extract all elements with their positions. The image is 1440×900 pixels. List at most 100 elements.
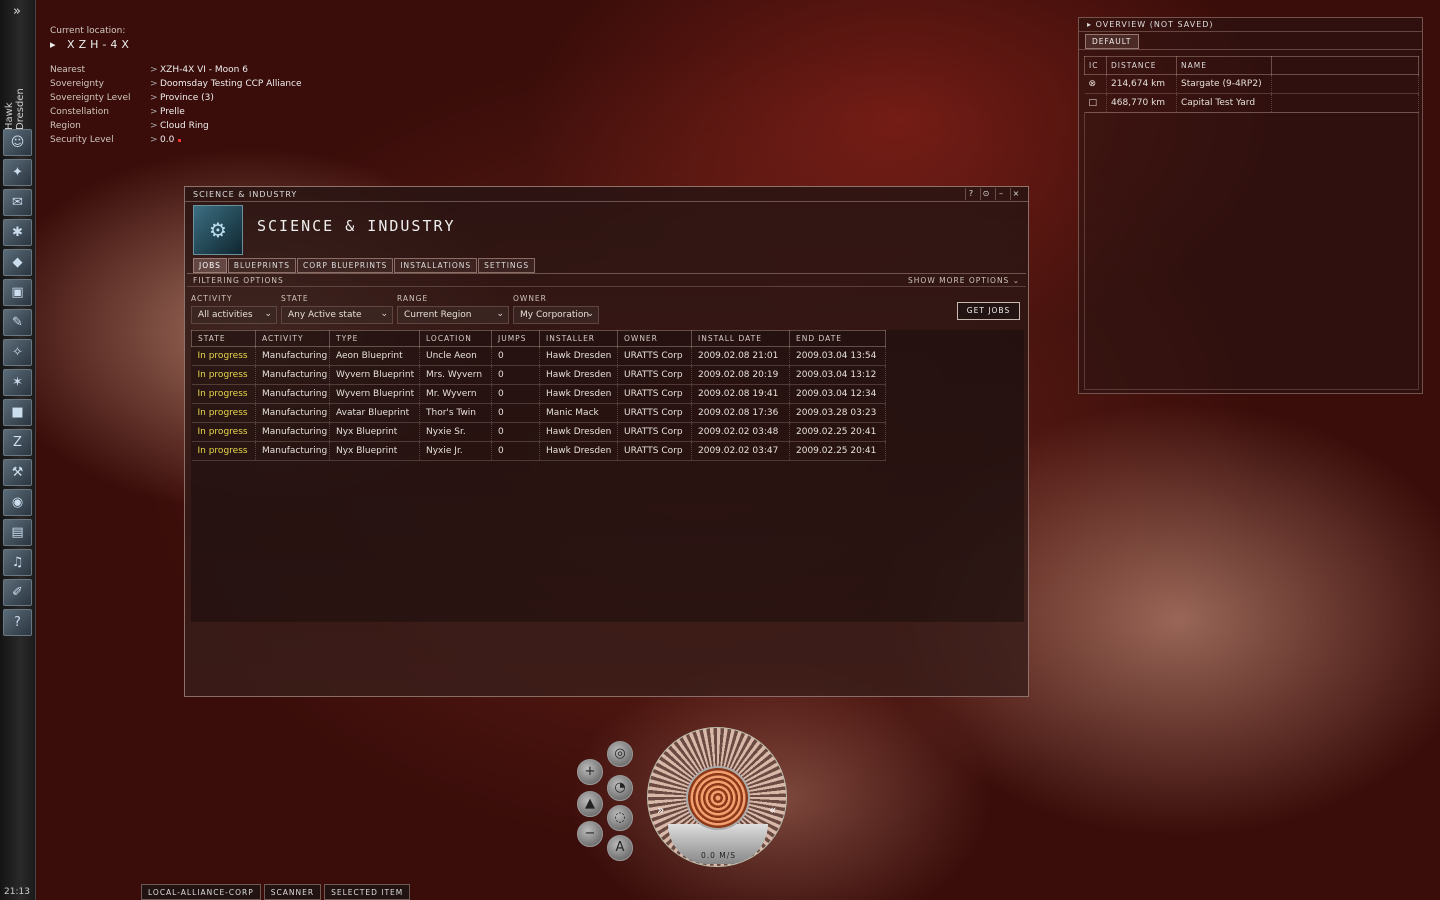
jobs-column-header[interactable]: INSTALL DATE: [691, 330, 790, 347]
si-titlebar[interactable]: SCIENCE & INDUSTRY ? ⊙ – ×: [185, 187, 1028, 202]
camera-orbit-icon[interactable]: ◎: [607, 741, 633, 767]
overview-row[interactable]: □ 468,770 km Capital Test Yard: [1084, 93, 1419, 113]
job-install-date: 2009.02.08 21:01: [691, 346, 790, 366]
speed-readout: 0.0 M/S: [701, 851, 737, 860]
overview-column-header[interactable]: NAME: [1176, 56, 1272, 75]
radar-icon[interactable]: ◔: [607, 775, 633, 801]
character-sheet-button[interactable]: ☺: [3, 129, 32, 156]
assets-button[interactable]: ◆: [3, 249, 32, 276]
people-places-button[interactable]: ✦: [3, 159, 32, 186]
jobs-column-header[interactable]: STATE: [191, 330, 256, 347]
security-status-dot: [178, 138, 182, 142]
location-value[interactable]: Prelle: [160, 107, 185, 117]
close-icon[interactable]: ×: [1010, 188, 1022, 200]
clock: 21:13: [4, 887, 30, 897]
location-key: Constellation: [50, 107, 110, 117]
autopilot-button[interactable]: A: [607, 835, 633, 861]
state-select[interactable]: Any Active state ⌄: [281, 306, 393, 324]
job-install-date: 2009.02.08 17:36: [691, 403, 790, 423]
filtering-options-bar[interactable]: FILTERING OPTIONS SHOW MORE OPTIONS ⌄: [187, 273, 1026, 287]
location-value[interactable]: XZH-4X VI - Moon 6: [160, 65, 248, 75]
ship-hangar-button[interactable]: ■: [3, 399, 32, 426]
table-row[interactable]: In progress Manufacturing Wyvern Blueprint…: [191, 365, 886, 385]
market-button[interactable]: ▣: [3, 279, 32, 306]
jobs-column-header[interactable]: END DATE: [789, 330, 886, 347]
character-name[interactable]: Hawk Dresden: [4, 60, 26, 130]
overview-column-header[interactable]: IC: [1084, 56, 1107, 75]
jobs-column-header[interactable]: JUMPS: [491, 330, 540, 347]
ship-view-icon[interactable]: ▲: [577, 791, 603, 817]
job-location: Thor's Twin: [419, 403, 492, 423]
overview-title[interactable]: ▸ OVERVIEW (NOT SAVED): [1079, 18, 1422, 32]
browser-icon: ✐: [12, 585, 23, 600]
overview-column-header[interactable]: DISTANCE: [1106, 56, 1177, 75]
job-jumps: 0: [491, 403, 540, 423]
tactical-overlay-icon[interactable]: ◌: [607, 805, 633, 831]
audio-button[interactable]: ♫: [3, 549, 32, 576]
si-header-title: SCIENCE & INDUSTRY: [257, 217, 456, 235]
table-row[interactable]: In progress Manufacturing Nyx Blueprint Nyx…: [191, 441, 886, 461]
tab-blueprints[interactable]: BLUEPRINTS: [227, 258, 296, 273]
job-activity: Manufacturing: [255, 441, 330, 461]
jobs-column-header[interactable]: TYPE: [329, 330, 420, 347]
table-row[interactable]: In progress Manufacturing Avatar Blueprint…: [191, 403, 886, 423]
zoom-out-icon[interactable]: −: [577, 821, 603, 847]
browser-button[interactable]: ✐: [3, 579, 32, 606]
bottom-tab-local-alliance-corp[interactable]: LOCAL-ALLIANCE-CORP: [141, 884, 261, 900]
owner-select[interactable]: My Corporation ⌄: [513, 306, 599, 324]
expand-right-icon[interactable]: «: [769, 803, 776, 817]
table-row[interactable]: In progress Manufacturing Nyx Blueprint Nyx…: [191, 422, 886, 442]
location-value[interactable]: Cloud Ring: [160, 121, 209, 131]
range-select[interactable]: Current Region ⌄: [397, 306, 509, 324]
fitting-button[interactable]: ⚒: [3, 459, 32, 486]
journal-icon: ✎: [12, 315, 23, 330]
show-more-options-button[interactable]: SHOW MORE OPTIONS ⌄: [908, 276, 1020, 285]
table-row[interactable]: In progress Manufacturing Aeon Blueprint Un…: [191, 346, 886, 366]
job-activity: Manufacturing: [255, 422, 330, 442]
overview-row[interactable]: ⊗ 214,674 km Stargate (9-4RP2): [1084, 74, 1419, 94]
capacitor-gauge: [647, 727, 787, 867]
overview-table: IC DISTANCE NAME ⊗ 214,674 km Stargate (9-4R…: [1084, 56, 1419, 113]
mail-button[interactable]: ✉: [3, 189, 32, 216]
tab-jobs[interactable]: JOBS: [193, 258, 227, 273]
location-value[interactable]: 0.0: [160, 135, 174, 145]
bottom-tab-scanner[interactable]: SCANNER: [263, 884, 322, 900]
job-install-date: 2009.02.02 03:48: [691, 422, 790, 442]
assets-icon: ◆: [12, 255, 23, 270]
map-button[interactable]: ✧: [3, 339, 32, 366]
world-button[interactable]: ◉: [3, 489, 32, 516]
location-value[interactable]: Province (3): [160, 93, 214, 103]
current-location-value[interactable]: ▸ XZH-4X: [50, 38, 302, 51]
tab-settings[interactable]: SETTINGS: [478, 258, 536, 273]
journal-button[interactable]: ✎: [3, 309, 32, 336]
expand-neocom-icon[interactable]: »: [0, 4, 34, 19]
jobs-column-header[interactable]: ACTIVITY: [255, 330, 330, 347]
science-industry-button[interactable]: Z: [3, 429, 32, 456]
job-state: In progress: [191, 365, 256, 385]
tab-corp-blueprints[interactable]: CORP BLUEPRINTS: [296, 258, 394, 273]
jobs-column-header[interactable]: INSTALLER: [539, 330, 618, 347]
get-jobs-button[interactable]: GET JOBS: [957, 302, 1020, 320]
job-type: Nyx Blueprint: [329, 422, 420, 442]
neocom-sidebar: » Hawk Dresden ☺ ✦ ✉ ✱ ◆ ▣ ✎ ✧ ✶ ■ Z ⚒ ◉ ▤ ♫ ✐? 21:13: [0, 0, 36, 900]
bottom-tab-selected-item[interactable]: SELECTED ITEM: [324, 884, 411, 900]
help-icon[interactable]: ?: [965, 188, 977, 200]
overview-window: ▸ OVERVIEW (NOT SAVED) DEFAULT IC DISTANC…: [1078, 17, 1423, 394]
minimize-icon[interactable]: –: [995, 188, 1007, 200]
help-button[interactable]: ?: [3, 609, 32, 636]
expand-left-icon[interactable]: »: [657, 803, 664, 817]
activity-select[interactable]: All activities ⌄: [191, 306, 277, 324]
chevron-right-icon: >: [150, 135, 158, 145]
table-row[interactable]: In progress Manufacturing Wyvern Blueprint…: [191, 384, 886, 404]
zoom-in-icon[interactable]: +: [577, 759, 603, 785]
job-activity: Manufacturing: [255, 403, 330, 423]
notepad-button[interactable]: ▤: [3, 519, 32, 546]
overview-tab-default[interactable]: DEFAULT: [1085, 34, 1139, 49]
location-value[interactable]: Doomsday Testing CCP Alliance: [160, 79, 302, 89]
starmap-button[interactable]: ✶: [3, 369, 32, 396]
settings-icon[interactable]: ⊙: [980, 188, 992, 200]
jobs-column-header[interactable]: OWNER: [617, 330, 692, 347]
skills-button[interactable]: ✱: [3, 219, 32, 246]
jobs-column-header[interactable]: LOCATION: [419, 330, 492, 347]
tab-installations[interactable]: INSTALLATIONS: [394, 258, 478, 273]
